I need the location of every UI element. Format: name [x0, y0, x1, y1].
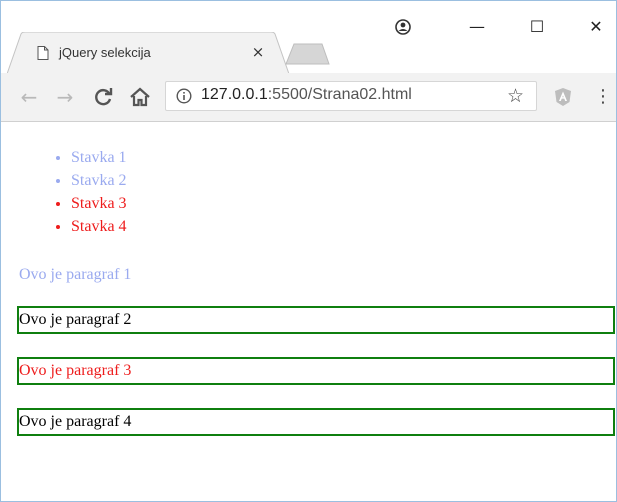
- new-tab-button[interactable]: [284, 43, 330, 65]
- paragraph-3: Ovo je paragraf 3: [17, 357, 615, 385]
- tab-title: jQuery selekcija: [59, 45, 151, 60]
- list-item: Stavka 2: [71, 169, 127, 192]
- title-bar: jQuery selekcija × — ☐ ✕: [1, 1, 616, 74]
- star-icon[interactable]: ☆: [507, 85, 524, 107]
- menu-icon[interactable]: ⋮: [594, 87, 612, 107]
- paragraph-4: Ovo je paragraf 4: [17, 408, 615, 436]
- tab-close-icon[interactable]: ×: [249, 43, 267, 61]
- paragraph-1: Ovo je paragraf 1: [19, 266, 132, 283]
- minimize-button[interactable]: —: [462, 15, 492, 39]
- list-item: Stavka 1: [71, 146, 127, 169]
- home-icon[interactable]: [128, 85, 152, 109]
- list-item: Stavka 3: [71, 192, 127, 215]
- close-window-button[interactable]: ✕: [581, 15, 611, 39]
- paragraph-2: Ovo je paragraf 2: [17, 306, 615, 334]
- angular-extension-icon[interactable]: [553, 87, 573, 107]
- profile-icon[interactable]: [388, 15, 418, 39]
- url-path: :5500/Strana02.html: [267, 86, 412, 103]
- maximize-button[interactable]: ☐: [522, 15, 552, 39]
- item-list: Stavka 1 Stavka 2 Stavka 3 Stavka 4: [31, 146, 127, 238]
- url-host: 127.0.0.1: [201, 86, 268, 103]
- reload-icon[interactable]: [91, 85, 115, 109]
- info-icon[interactable]: [176, 88, 192, 104]
- forward-icon[interactable]: →: [53, 85, 77, 109]
- browser-window: jQuery selekcija × — ☐ ✕ ← → 127.0.0.1:5…: [0, 0, 617, 502]
- list-item: Stavka 4: [71, 215, 127, 238]
- url-text[interactable]: 127.0.0.1:5500/Strana02.html: [201, 86, 412, 104]
- back-icon[interactable]: ←: [17, 85, 41, 109]
- page-content: Stavka 1 Stavka 2 Stavka 3 Stavka 4 Ovo …: [1, 122, 616, 501]
- page-icon: [37, 46, 49, 60]
